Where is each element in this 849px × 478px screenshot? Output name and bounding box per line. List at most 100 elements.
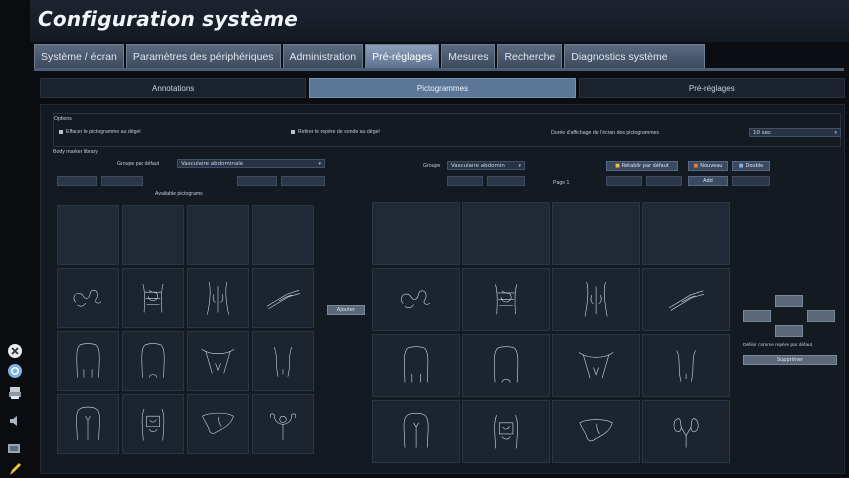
probe-up-button[interactable] bbox=[775, 295, 803, 307]
pelvis-icon bbox=[578, 352, 614, 379]
pictogram-cell-arm-vessel[interactable] bbox=[252, 268, 314, 328]
page-title: Configuration système bbox=[38, 7, 299, 31]
tab-recherche[interactable]: Recherche bbox=[497, 44, 563, 68]
pictogram-cell-torso-organs[interactable] bbox=[122, 394, 184, 454]
library-heading: Body marker library bbox=[53, 149, 98, 155]
probe-down-button[interactable] bbox=[775, 325, 803, 337]
pictogram-cell-torso-back[interactable] bbox=[122, 331, 184, 391]
subtab-pictogrammes[interactable]: Pictogrammes bbox=[309, 78, 576, 98]
tab-pre-reglages[interactable]: Pré-réglages bbox=[365, 44, 440, 68]
pictogram-cell-torso-back[interactable] bbox=[462, 334, 550, 397]
screen-icon[interactable] bbox=[6, 440, 24, 458]
pictogram-cell-kidneys-back[interactable] bbox=[187, 268, 249, 328]
duration-value: 10 sec bbox=[753, 129, 772, 136]
pictogram-cell-kidneys[interactable] bbox=[642, 400, 730, 463]
pictogram-cell-empty[interactable] bbox=[642, 202, 730, 265]
group-up-button[interactable] bbox=[447, 176, 483, 186]
checkbox-icon[interactable] bbox=[59, 129, 63, 134]
main-tabs: Système / écran Paramètres des périphéri… bbox=[34, 44, 705, 68]
arm-vessel-icon bbox=[266, 289, 301, 309]
pictogram-cell-empty[interactable] bbox=[372, 202, 460, 265]
new-button[interactable]: ■ Nouveau bbox=[688, 161, 728, 171]
sub-tabs: Annotations Pictogrammes Pré-réglages bbox=[40, 78, 845, 98]
pictogram-cell-liver[interactable] bbox=[552, 400, 640, 463]
subtab-annotations[interactable]: Annotations bbox=[40, 78, 307, 98]
pictogram-cell-abdomen-side[interactable] bbox=[642, 334, 730, 397]
torso-front-icon bbox=[403, 346, 429, 383]
probe-left-button[interactable] bbox=[743, 310, 771, 322]
move-up-button[interactable] bbox=[57, 176, 97, 186]
pictogram-cell-empty[interactable] bbox=[57, 205, 119, 265]
pictogram-cell-pelvis[interactable] bbox=[187, 331, 249, 391]
pictogram-cell-torso-front[interactable] bbox=[57, 331, 119, 391]
page-prev-button[interactable] bbox=[606, 176, 642, 186]
chest-front-icon bbox=[76, 406, 100, 440]
restore-default-button[interactable]: ■ Rétablir par défaut bbox=[606, 161, 678, 171]
delete-button[interactable]: Supprimer bbox=[743, 355, 837, 365]
pen-icon[interactable] bbox=[6, 460, 24, 478]
group-down-button[interactable] bbox=[487, 176, 525, 186]
torso-organs-icon bbox=[141, 408, 165, 441]
subtab-pre-reglages[interactable]: Pré-réglages bbox=[578, 78, 845, 98]
arm-vessel-icon bbox=[668, 290, 705, 311]
pictogram-cell-uterus[interactable] bbox=[252, 394, 314, 454]
erase-pictogram-option[interactable]: Effacer le pictogramme au dégel bbox=[59, 129, 141, 135]
tab-diagnostics-systeme[interactable]: Diagnostics système bbox=[564, 44, 705, 68]
torso-organs-icon bbox=[494, 415, 518, 449]
next-page-button[interactable] bbox=[281, 176, 325, 186]
delete-label: Supprimer bbox=[776, 357, 804, 363]
pictogram-cell-empty[interactable] bbox=[252, 205, 314, 265]
pictogram-cell-abdomen-front[interactable] bbox=[122, 268, 184, 328]
chest-front-icon bbox=[403, 413, 429, 448]
pictogram-cell-pelvis[interactable] bbox=[552, 334, 640, 397]
pictogram-cell-kidneys-back[interactable] bbox=[552, 268, 640, 331]
chevron-down-icon: ▾ bbox=[518, 162, 521, 169]
pictogram-cell-chest-front[interactable] bbox=[372, 400, 460, 463]
tab-parametres-peripheriques[interactable]: Paramètres des périphériques bbox=[125, 44, 281, 68]
pictogram-cell-torso-organs[interactable] bbox=[462, 400, 550, 463]
prev-page-button[interactable] bbox=[237, 176, 277, 186]
pictogram-cell-liver[interactable] bbox=[187, 394, 249, 454]
tab-mesures[interactable]: Mesures bbox=[441, 44, 496, 68]
pictogram-cell-empty[interactable] bbox=[122, 205, 184, 265]
remove-probe-option[interactable]: Retirer le repère de sonde au dégel bbox=[291, 129, 380, 135]
liver-icon bbox=[579, 419, 613, 442]
pictogram-cell-abdomen-front[interactable] bbox=[462, 268, 550, 331]
close-circle-icon[interactable] bbox=[6, 342, 24, 360]
volume-icon[interactable] bbox=[6, 412, 24, 430]
liver-icon bbox=[202, 412, 234, 434]
pictogram-cell-arm-vessel[interactable] bbox=[642, 268, 730, 331]
page-next-button[interactable] bbox=[646, 176, 682, 186]
probe-right-button[interactable] bbox=[807, 310, 835, 322]
torso-back-icon bbox=[493, 346, 519, 383]
title-bar: Configuration système bbox=[30, 0, 849, 42]
pictogram-cell-empty[interactable] bbox=[462, 202, 550, 265]
remove-probe-label: Retirer le repère de sonde au dégel bbox=[298, 129, 380, 135]
tab-administration[interactable]: Administration bbox=[282, 44, 364, 68]
pictogram-cell-abdomen-side[interactable] bbox=[252, 331, 314, 391]
default-group-select[interactable]: Vasculaire abdominale ▾ bbox=[177, 159, 325, 168]
new-label: Nouveau bbox=[700, 163, 723, 169]
group-select[interactable]: Vasculaire abdomin ▾ bbox=[447, 161, 525, 170]
remove-button[interactable] bbox=[732, 176, 770, 186]
abdomen-side-icon bbox=[273, 346, 293, 377]
pictogram-cell-empty[interactable] bbox=[552, 202, 640, 265]
help-circle-icon[interactable] bbox=[6, 362, 24, 380]
move-down-button[interactable] bbox=[101, 176, 143, 186]
duplicate-button[interactable]: ■ Double bbox=[732, 161, 770, 171]
transfer-button[interactable]: Ajouter bbox=[327, 305, 365, 315]
checkbox-icon[interactable] bbox=[291, 129, 295, 134]
erase-pictogram-label: Effacer le pictogramme au dégel bbox=[66, 129, 141, 135]
printer-icon[interactable] bbox=[6, 384, 24, 402]
pictograms-panel: Options Effacer le pictogramme au dégel … bbox=[40, 104, 845, 474]
add-button[interactable]: Add bbox=[688, 176, 728, 186]
duplicate-label: Double bbox=[745, 163, 764, 169]
pictogram-cell-colon[interactable] bbox=[57, 268, 119, 328]
pictogram-cell-colon[interactable] bbox=[372, 268, 460, 331]
colon-icon bbox=[401, 290, 430, 309]
tab-systeme-ecran[interactable]: Système / écran bbox=[34, 44, 124, 68]
pictogram-cell-torso-front[interactable] bbox=[372, 334, 460, 397]
duration-select[interactable]: 10 sec ▾ bbox=[749, 128, 841, 137]
pictogram-cell-empty[interactable] bbox=[187, 205, 249, 265]
pictogram-cell-chest-front[interactable] bbox=[57, 394, 119, 454]
